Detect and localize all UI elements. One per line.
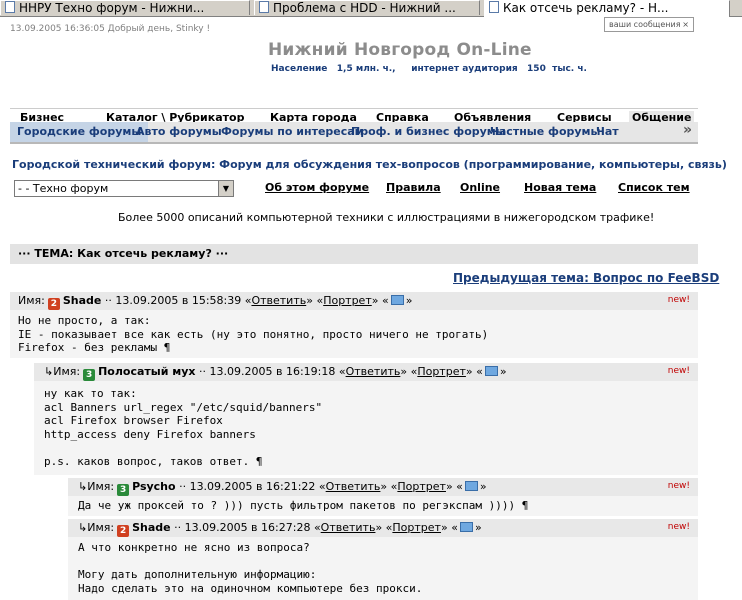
main-menu: Бизнес Каталог \ Рубрикатор Карта города… xyxy=(10,108,698,124)
reply-link[interactable]: Ответить xyxy=(346,365,401,378)
page-icon xyxy=(259,1,269,13)
new-badge: new! xyxy=(667,366,690,376)
user-badge-icon: 2 xyxy=(47,298,60,310)
separator: » xyxy=(474,521,482,534)
close-icon[interactable]: × xyxy=(682,18,689,32)
post-body: ну как то так: acl Banners url_regex "/e… xyxy=(34,381,698,475)
post-text: ну как то так: acl Banners url_regex "/e… xyxy=(44,387,323,468)
post-body: Да че уж проксей то ? ))) пусть фильтром… xyxy=(68,496,698,516)
separator: » « xyxy=(306,294,324,307)
post-date: ·· 13.09.2005 в 16:21:22 « xyxy=(175,480,326,493)
subnav-item-pro-forums[interactable]: Проф. и бизнес форумы xyxy=(351,125,506,138)
subnav-item-city-forums[interactable]: Городские форумы xyxy=(10,122,149,142)
messages-label: ваши сообщения xyxy=(609,20,681,29)
post-header: ↳Имя: 3 Psycho ·· 13.09.2005 в 16:21:22 «О… xyxy=(68,478,698,496)
author-name[interactable]: Полосатый мух xyxy=(98,365,195,378)
post-body: Но не просто, а так: IE - показывает все… xyxy=(10,310,698,358)
post-text: Да че уж проксей то ? ))) пусть фильтром… xyxy=(78,499,529,512)
post-date: ·· 13.09.2005 в 15:58:39 « xyxy=(101,294,252,307)
post-reply: ↳Имя: 2 Shade ·· 13.09.2005 в 16:27:28 «От… xyxy=(68,519,698,600)
post-header: ↳Имя: 2 Shade ·· 13.09.2005 в 16:27:28 «От… xyxy=(68,519,698,537)
link-topic-list[interactable]: Список тем xyxy=(618,181,690,194)
author-prefix: ↳Имя: xyxy=(78,480,115,493)
browser-tab[interactable]: ННРУ Техно форум - Нижни... xyxy=(0,0,250,15)
reply-link[interactable]: Ответить xyxy=(251,294,306,307)
new-badge: new! xyxy=(667,295,690,305)
portrait-link[interactable]: Портрет xyxy=(323,294,372,307)
chevron-right-icon[interactable]: » xyxy=(683,122,692,138)
separator: » xyxy=(499,365,507,378)
portrait-link[interactable]: Портрет xyxy=(417,365,466,378)
link-about-forum[interactable]: Об этом форуме xyxy=(265,181,369,194)
new-badge: new! xyxy=(667,481,690,491)
portrait-link[interactable]: Портрет xyxy=(397,480,446,493)
info-banner: Более 5000 описаний компьютерной техники… xyxy=(118,211,655,224)
author-name[interactable]: Shade xyxy=(132,521,171,534)
tab-label: Как отсечь рекламу? - Н... xyxy=(503,1,669,15)
previous-topic-link[interactable]: Предыдущая тема: Вопрос по FeeBSD xyxy=(453,271,719,285)
envelope-icon[interactable] xyxy=(459,522,473,532)
messages-box[interactable]: ваши сообщения × xyxy=(604,17,694,32)
reply-link[interactable]: Ответить xyxy=(321,521,376,534)
forum-title: Городской технический форум: Форум для о… xyxy=(12,158,727,171)
chevron-down-icon[interactable]: ▼ xyxy=(218,181,233,196)
subnav-item-auto-forums[interactable]: Авто форумы xyxy=(136,125,222,138)
post-header: ↳Имя: 3 Полосатый мух ·· 13.09.2005 в 16:1… xyxy=(34,363,698,381)
forum-select-value: - - Техно форум xyxy=(18,182,109,195)
separator: » « xyxy=(465,365,483,378)
browser-tab-bar: ННРУ Техно форум - Нижни... Проблема с H… xyxy=(0,0,742,17)
separator: » « xyxy=(445,480,463,493)
post-reply: ↳Имя: 3 Psycho ·· 13.09.2005 в 16:21:22 «О… xyxy=(68,478,698,516)
portrait-link[interactable]: Портрет xyxy=(392,521,441,534)
post-date: ·· 13.09.2005 в 16:27:28 « xyxy=(170,521,321,534)
sub-menu: Городские форумы Авто форумы Форумы по и… xyxy=(10,122,698,144)
browser-tab[interactable]: Проблема с HDD - Нижний ... xyxy=(254,0,480,15)
separator: » « xyxy=(375,521,393,534)
post-body: А что конкретно не ясно из вопроса? Могу… xyxy=(68,537,698,600)
post-date: ·· 13.09.2005 в 16:19:18 « xyxy=(195,365,346,378)
envelope-icon[interactable] xyxy=(390,295,404,305)
link-new-topic[interactable]: Новая тема xyxy=(524,181,596,194)
envelope-icon[interactable] xyxy=(484,366,498,376)
tab-label: ННРУ Техно форум - Нижни... xyxy=(19,1,205,15)
post-text: Но не просто, а так: IE - показывает все… xyxy=(18,314,489,354)
separator: » « xyxy=(440,521,458,534)
post-text: А что конкретно не ясно из вопроса? Могу… xyxy=(78,541,423,595)
page-icon xyxy=(489,1,499,13)
post: Имя: 2 Shade ·· 13.09.2005 в 15:58:39 «Отв… xyxy=(10,292,698,358)
page-icon xyxy=(5,1,15,13)
author-prefix: ↳Имя: xyxy=(78,521,115,534)
separator: » xyxy=(479,480,487,493)
link-rules[interactable]: Правила xyxy=(386,181,441,194)
author-prefix: Имя: xyxy=(18,294,45,307)
separator: » « xyxy=(380,480,398,493)
tab-label: Проблема с HDD - Нижний ... xyxy=(273,1,456,15)
post-header: Имя: 2 Shade ·· 13.09.2005 в 15:58:39 «Отв… xyxy=(10,292,698,310)
user-badge-icon: 2 xyxy=(117,525,130,537)
topic-title-bar: ··· ТЕМА: Как отсечь рекламу? ··· xyxy=(10,244,698,264)
author-prefix: ↳Имя: xyxy=(44,365,81,378)
forum-select[interactable]: - - Техно форум ▼ xyxy=(14,180,234,197)
link-online[interactable]: Online xyxy=(460,181,500,194)
subnav-item-private-forums[interactable]: Частные форумы xyxy=(490,125,601,138)
site-title[interactable]: Нижний Новгород On-Line xyxy=(268,40,532,60)
subnav-item-chat[interactable]: Чат xyxy=(596,125,619,138)
separator: » « xyxy=(371,294,389,307)
user-badge-icon: 3 xyxy=(83,369,96,381)
envelope-icon[interactable] xyxy=(464,481,478,491)
author-name[interactable]: Shade xyxy=(63,294,102,307)
separator: » « xyxy=(400,365,418,378)
site-stats: Население 1,5 млн. ч., интернет аудитори… xyxy=(271,64,587,74)
new-badge: new! xyxy=(667,522,690,532)
greeting: 13.09.2005 16:36:05 Добрый день, Stinky … xyxy=(10,24,211,34)
subnav-item-interest-forums[interactable]: Форумы по интересам xyxy=(221,125,364,138)
reply-link[interactable]: Ответить xyxy=(326,480,381,493)
author-name[interactable]: Psycho xyxy=(132,480,176,493)
user-badge-icon: 3 xyxy=(117,484,130,496)
separator: » xyxy=(405,294,413,307)
browser-tab-active[interactable]: Как отсечь рекламу? - Н... xyxy=(484,0,730,17)
post-reply: ↳Имя: 3 Полосатый мух ·· 13.09.2005 в 16:1… xyxy=(34,363,698,475)
